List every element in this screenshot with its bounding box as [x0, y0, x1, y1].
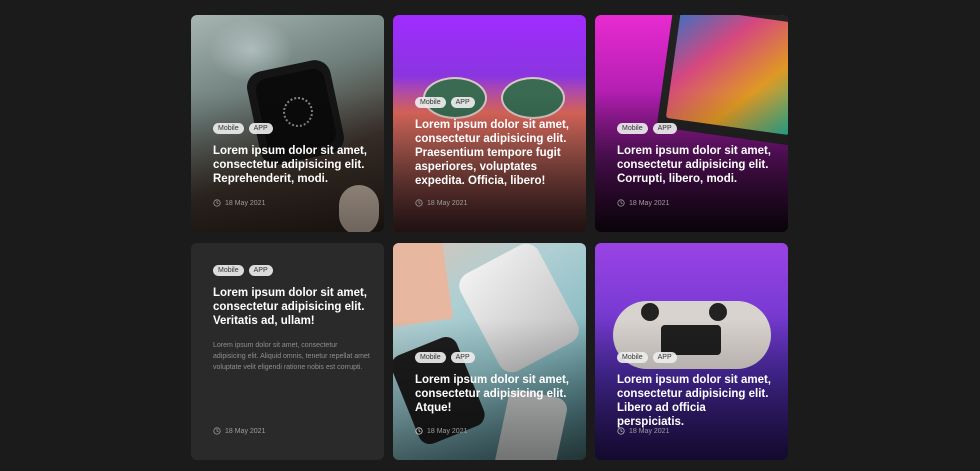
date-text: 18 May 2021 [629, 199, 670, 207]
card-title[interactable]: Lorem ipsum dolor sit amet, consectetur … [213, 144, 370, 186]
tag-app[interactable]: APP [652, 123, 677, 134]
card-phones[interactable]: Mobile APP Lorem ipsum dolor sit amet, c… [393, 243, 586, 460]
card-gamepad[interactable]: Mobile APP Lorem ipsum dolor sit amet, c… [595, 243, 788, 460]
tag-list: Mobile APP [213, 123, 370, 134]
tag-app[interactable]: APP [652, 352, 677, 363]
date-text: 18 May 2021 [225, 427, 266, 435]
tag-list: Mobile APP [213, 265, 370, 276]
card-content: Mobile APP Lorem ipsum dolor sit amet, c… [415, 97, 572, 188]
clock-icon [415, 199, 423, 207]
card-sunglasses[interactable]: Mobile APP Lorem ipsum dolor sit amet, c… [393, 15, 586, 232]
card-grid: Mobile APP Lorem ipsum dolor sit amet, c… [0, 0, 980, 471]
card-date: 18 May 2021 [415, 427, 467, 435]
clock-icon [213, 199, 221, 207]
card-title[interactable]: Lorem ipsum dolor sit amet, consectetur … [617, 373, 774, 429]
clock-icon [415, 427, 423, 435]
tag-app[interactable]: APP [248, 123, 273, 134]
tag-app[interactable]: APP [248, 265, 273, 276]
card-date: 18 May 2021 [617, 199, 669, 207]
card-date: 18 May 2021 [415, 199, 467, 207]
card-date: 18 May 2021 [617, 427, 669, 435]
card-tablet[interactable]: Mobile APP Lorem ipsum dolor sit amet, c… [595, 15, 788, 232]
tag-mobile[interactable]: Mobile [617, 352, 648, 363]
card-date: 18 May 2021 [213, 427, 265, 435]
tag-app[interactable]: APP [450, 352, 475, 363]
card-date: 18 May 2021 [213, 199, 265, 207]
card-content: Mobile APP Lorem ipsum dolor sit amet, c… [213, 123, 370, 186]
card-content: Mobile APP Lorem ipsum dolor sit amet, c… [617, 123, 774, 186]
card-smartwatch[interactable]: Mobile APP Lorem ipsum dolor sit amet, c… [191, 15, 384, 232]
card-title[interactable]: Lorem ipsum dolor sit amet, consectetur … [415, 373, 572, 415]
card-title[interactable]: Lorem ipsum dolor sit amet, consectetur … [415, 118, 572, 188]
clock-icon [617, 199, 625, 207]
tag-mobile[interactable]: Mobile [415, 97, 446, 108]
card-title[interactable]: Lorem ipsum dolor sit amet, consectetur … [213, 286, 370, 328]
tag-list: Mobile APP [617, 123, 774, 134]
tag-mobile[interactable]: Mobile [213, 265, 244, 276]
tag-list: Mobile APP [617, 352, 774, 363]
tag-mobile[interactable]: Mobile [617, 123, 648, 134]
tag-mobile[interactable]: Mobile [415, 352, 446, 363]
tag-app[interactable]: APP [450, 97, 475, 108]
clock-icon [617, 427, 625, 435]
tag-list: Mobile APP [415, 97, 572, 108]
card-content: Mobile APP Lorem ipsum dolor sit amet, c… [617, 352, 774, 429]
card-description: Lorem ipsum dolor sit amet, consectetur … [213, 342, 370, 371]
date-text: 18 May 2021 [629, 427, 670, 435]
card-content: Mobile APP Lorem ipsum dolor sit amet, c… [415, 352, 572, 415]
date-text: 18 May 2021 [427, 199, 468, 207]
card-content: Mobile APP Lorem ipsum dolor sit amet, c… [213, 265, 370, 373]
card-title[interactable]: Lorem ipsum dolor sit amet, consectetur … [617, 144, 774, 186]
card-text[interactable]: Mobile APP Lorem ipsum dolor sit amet, c… [191, 243, 384, 460]
tag-mobile[interactable]: Mobile [213, 123, 244, 134]
date-text: 18 May 2021 [427, 427, 468, 435]
date-text: 18 May 2021 [225, 199, 266, 207]
clock-icon [213, 427, 221, 435]
tag-list: Mobile APP [415, 352, 572, 363]
